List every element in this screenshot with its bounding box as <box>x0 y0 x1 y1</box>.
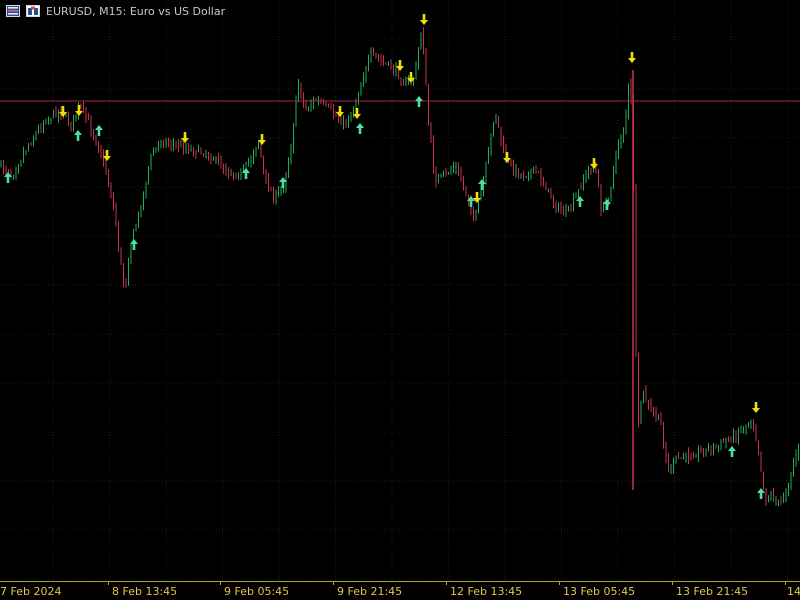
time-label: 13 Feb 21:45 <box>676 585 749 598</box>
time-label: 9 Feb 05:45 <box>224 585 290 598</box>
down-arrow-icon <box>503 152 511 163</box>
time-tick <box>672 582 673 585</box>
time-label: 13 Feb 05:45 <box>563 585 636 598</box>
time-tick <box>559 582 560 585</box>
time-tick <box>108 582 109 585</box>
time-label: 14 <box>787 585 800 598</box>
chart-window[interactable]: EURUSD, M15: Euro vs US Dollar 7 Feb 202… <box>0 0 800 600</box>
time-tick <box>333 582 334 585</box>
time-tick <box>220 582 221 585</box>
down-arrow-icon <box>336 106 344 117</box>
time-tick <box>446 582 447 585</box>
time-label: 12 Feb 13:45 <box>450 585 523 598</box>
signal-arrows <box>4 14 765 499</box>
up-arrow-icon <box>478 179 486 190</box>
price-chart-area[interactable] <box>0 0 800 581</box>
up-arrow-icon <box>576 196 584 207</box>
down-arrow-icon <box>181 132 189 143</box>
up-arrow-icon <box>757 488 765 499</box>
down-arrow-icon <box>590 158 598 169</box>
down-arrow-icon <box>420 14 428 25</box>
down-arrow-icon <box>473 192 481 203</box>
down-arrow-icon <box>353 108 361 119</box>
down-arrow-icon <box>628 52 636 63</box>
one-click-trading-icon[interactable] <box>26 5 40 17</box>
up-arrow-icon <box>356 123 364 134</box>
down-arrow-icon <box>396 60 404 71</box>
time-axis[interactable]: 7 Feb 2024 8 Feb 13:45 9 Feb 05:45 9 Feb… <box>0 581 800 600</box>
candlesticks <box>0 27 799 507</box>
chart-grid <box>0 0 800 581</box>
up-arrow-icon <box>728 446 736 457</box>
down-arrow-icon <box>752 402 760 413</box>
chart-header: EURUSD, M15: Euro vs US Dollar <box>6 4 225 18</box>
symbol-title: EURUSD, M15: Euro vs US Dollar <box>46 4 226 18</box>
order-book-icon[interactable] <box>6 5 20 17</box>
time-tick <box>785 582 786 585</box>
down-arrow-icon <box>258 134 266 145</box>
up-arrow-icon <box>603 199 611 210</box>
up-arrow-icon <box>74 130 82 141</box>
time-label: 8 Feb 13:45 <box>112 585 178 598</box>
time-label: 9 Feb 21:45 <box>337 585 403 598</box>
time-label: 7 Feb 2024 <box>0 585 62 598</box>
